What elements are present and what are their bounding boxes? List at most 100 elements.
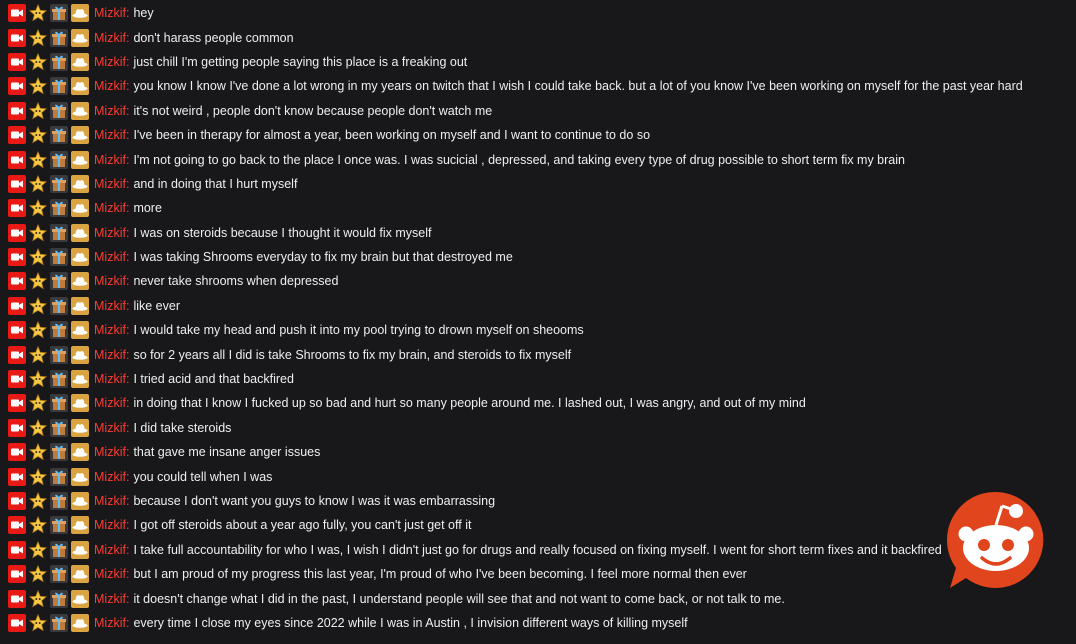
cowboy-hat-badge-icon[interactable] xyxy=(71,540,89,559)
broadcaster-camera-icon[interactable] xyxy=(8,150,26,169)
gift-badge-icon[interactable] xyxy=(50,248,68,267)
gift-badge-icon[interactable] xyxy=(50,28,68,47)
star-badge-icon[interactable] xyxy=(29,174,47,193)
chat-username[interactable]: Mizkif xyxy=(94,421,126,435)
gift-badge-icon[interactable] xyxy=(50,492,68,510)
star-badge-icon[interactable] xyxy=(29,296,47,315)
cowboy-hat-badge-icon[interactable] xyxy=(71,345,89,364)
gift-badge-icon[interactable] xyxy=(50,272,68,291)
broadcaster-camera-icon[interactable] xyxy=(8,394,26,413)
broadcaster-camera-icon[interactable] xyxy=(8,565,26,584)
broadcaster-camera-icon[interactable] xyxy=(8,296,26,315)
broadcaster-camera-icon[interactable] xyxy=(8,4,26,23)
gift-badge-icon[interactable] xyxy=(50,370,68,389)
broadcaster-camera-icon[interactable] xyxy=(8,613,26,632)
gift-badge-icon[interactable] xyxy=(50,467,68,486)
chat-username[interactable]: Mizkif xyxy=(94,323,126,337)
chat-username[interactable]: Mizkif xyxy=(94,348,126,362)
broadcaster-camera-icon[interactable] xyxy=(8,345,26,364)
chat-username[interactable]: Mizkif xyxy=(94,494,126,508)
broadcaster-camera-icon[interactable] xyxy=(8,77,26,96)
cowboy-hat-badge-icon[interactable] xyxy=(71,126,89,145)
chat-username[interactable]: Mizkif xyxy=(94,226,126,240)
gift-badge-icon[interactable] xyxy=(50,150,68,169)
star-badge-icon[interactable] xyxy=(29,52,47,71)
star-badge-icon[interactable] xyxy=(29,589,47,608)
star-badge-icon[interactable] xyxy=(29,223,47,242)
broadcaster-camera-icon[interactable] xyxy=(8,272,26,291)
gift-badge-icon[interactable] xyxy=(50,4,68,23)
gift-badge-icon[interactable] xyxy=(50,199,68,218)
cowboy-hat-badge-icon[interactable] xyxy=(71,418,89,437)
broadcaster-camera-icon[interactable] xyxy=(8,28,26,47)
chat-username[interactable]: Mizkif xyxy=(94,592,126,606)
gift-badge-icon[interactable] xyxy=(50,589,68,608)
broadcaster-camera-icon[interactable] xyxy=(8,174,26,193)
broadcaster-camera-icon[interactable] xyxy=(8,589,26,608)
star-badge-icon[interactable] xyxy=(29,394,47,412)
cowboy-hat-badge-icon[interactable] xyxy=(71,589,89,608)
star-badge-icon[interactable] xyxy=(29,492,47,510)
chat-username[interactable]: Mizkif xyxy=(94,543,126,557)
gift-badge-icon[interactable] xyxy=(50,223,68,242)
cowboy-hat-badge-icon[interactable] xyxy=(71,296,89,315)
chat-username[interactable]: Mizkif xyxy=(94,567,126,581)
broadcaster-camera-icon[interactable] xyxy=(8,370,26,389)
chat-username[interactable]: Mizkif xyxy=(94,372,126,386)
broadcaster-camera-icon[interactable] xyxy=(8,126,26,145)
gift-badge-icon[interactable] xyxy=(50,418,68,437)
gift-badge-icon[interactable] xyxy=(50,52,68,71)
broadcaster-camera-icon[interactable] xyxy=(8,540,26,559)
cowboy-hat-badge-icon[interactable] xyxy=(71,321,89,340)
cowboy-hat-badge-icon[interactable] xyxy=(71,565,89,584)
cowboy-hat-badge-icon[interactable] xyxy=(71,199,89,218)
star-badge-icon[interactable] xyxy=(29,28,47,47)
star-badge-icon[interactable] xyxy=(29,516,47,534)
chat-username[interactable]: Mizkif xyxy=(94,104,126,118)
gift-badge-icon[interactable] xyxy=(50,321,68,340)
broadcaster-camera-icon[interactable] xyxy=(8,199,26,218)
gift-badge-icon[interactable] xyxy=(50,613,68,632)
cowboy-hat-badge-icon[interactable] xyxy=(71,370,89,389)
chat-username[interactable]: Mizkif xyxy=(94,128,126,142)
chat-username[interactable]: Mizkif xyxy=(94,250,126,264)
cowboy-hat-badge-icon[interactable] xyxy=(71,4,89,23)
cowboy-hat-badge-icon[interactable] xyxy=(71,28,89,47)
cowboy-hat-badge-icon[interactable] xyxy=(71,101,89,120)
star-badge-icon[interactable] xyxy=(29,540,47,559)
chat-username[interactable]: Mizkif xyxy=(94,177,126,191)
star-badge-icon[interactable] xyxy=(29,443,47,461)
gift-badge-icon[interactable] xyxy=(50,394,68,413)
star-badge-icon[interactable] xyxy=(29,77,47,95)
broadcaster-camera-icon[interactable] xyxy=(8,467,26,486)
gift-badge-icon[interactable] xyxy=(50,174,68,193)
star-badge-icon[interactable] xyxy=(29,418,47,437)
cowboy-hat-badge-icon[interactable] xyxy=(71,77,89,96)
chat-username[interactable]: Mizkif xyxy=(94,55,126,69)
gift-badge-icon[interactable] xyxy=(50,101,68,120)
cowboy-hat-badge-icon[interactable] xyxy=(71,52,89,71)
star-badge-icon[interactable] xyxy=(29,199,47,217)
broadcaster-camera-icon[interactable] xyxy=(8,516,26,535)
chat-username[interactable]: Mizkif xyxy=(94,445,126,459)
broadcaster-camera-icon[interactable] xyxy=(8,492,26,510)
star-badge-icon[interactable] xyxy=(29,370,47,388)
broadcaster-camera-icon[interactable] xyxy=(8,418,26,437)
cowboy-hat-badge-icon[interactable] xyxy=(71,248,89,267)
broadcaster-camera-icon[interactable] xyxy=(8,101,26,120)
star-badge-icon[interactable] xyxy=(29,4,47,22)
star-badge-icon[interactable] xyxy=(29,150,47,169)
chat-username[interactable]: Mizkif xyxy=(94,6,126,20)
chat-username[interactable]: Mizkif xyxy=(94,396,126,410)
cowboy-hat-badge-icon[interactable] xyxy=(71,394,89,413)
chat-username[interactable]: Mizkif xyxy=(94,470,126,484)
gift-badge-icon[interactable] xyxy=(50,296,68,315)
broadcaster-camera-icon[interactable] xyxy=(8,52,26,71)
broadcaster-camera-icon[interactable] xyxy=(8,443,26,462)
gift-badge-icon[interactable] xyxy=(50,540,68,559)
broadcaster-camera-icon[interactable] xyxy=(8,223,26,242)
chat-username[interactable]: Mizkif xyxy=(94,153,126,167)
star-badge-icon[interactable] xyxy=(29,101,47,120)
cowboy-hat-badge-icon[interactable] xyxy=(71,272,89,291)
star-badge-icon[interactable] xyxy=(29,321,47,339)
